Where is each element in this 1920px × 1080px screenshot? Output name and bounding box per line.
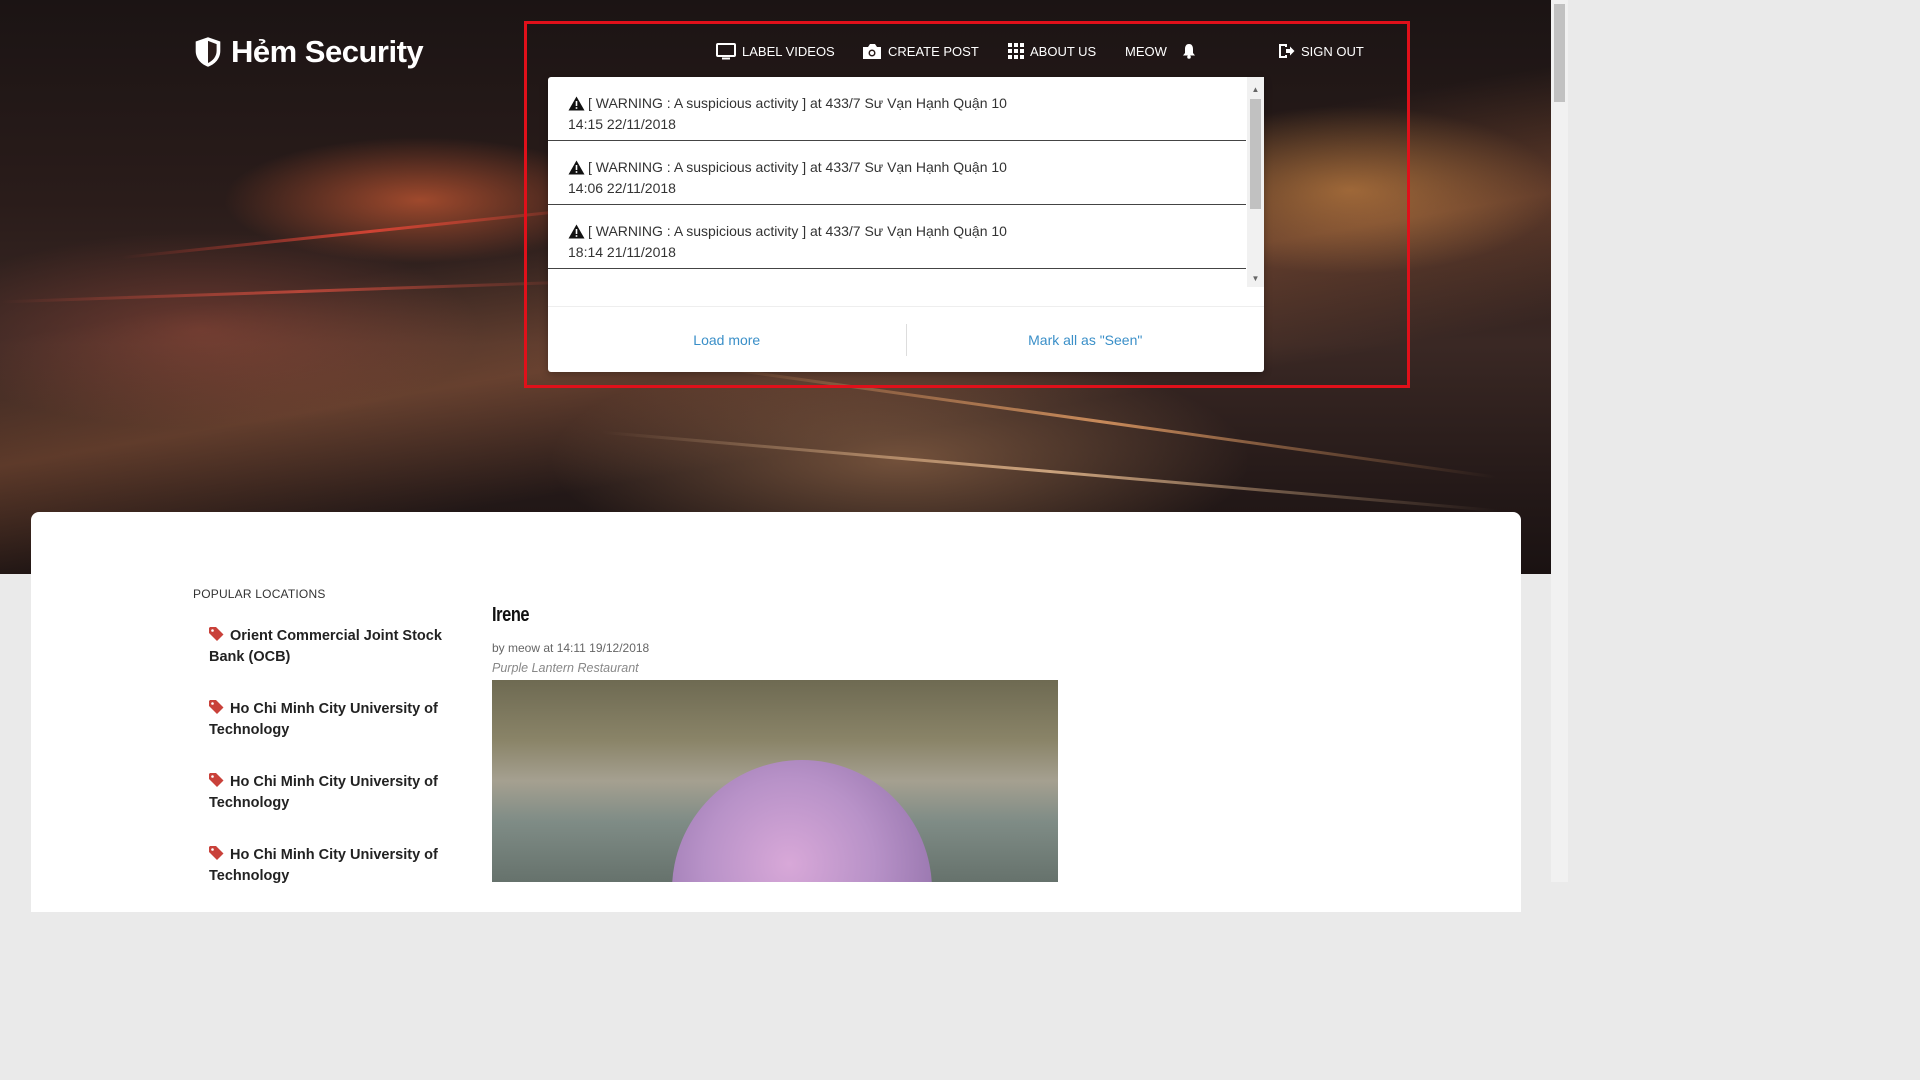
- location-name: Ho Chi Minh City University of Technolog…: [209, 774, 438, 811]
- nav-create-post-text: CREATE POST: [888, 43, 979, 59]
- nav-label-videos-text: LABEL VIDEOS: [742, 43, 835, 59]
- notification-item[interactable]: [ WARNING : A suspicious activity ] at 4…: [548, 77, 1246, 141]
- nav-label-videos[interactable]: LABEL VIDEOS: [716, 42, 835, 60]
- warning-icon: [568, 96, 585, 111]
- post-image-subject: [672, 760, 932, 882]
- nav-create-post[interactable]: CREATE POST: [862, 42, 979, 60]
- brand-name: Hẻm Security: [231, 34, 424, 69]
- post-title[interactable]: Irene: [492, 604, 530, 627]
- location-item[interactable]: Ho Chi Minh City University of Technolog…: [209, 845, 449, 887]
- notification-message: [ WARNING : A suspicious activity ] at 4…: [588, 95, 1007, 111]
- bell-icon[interactable]: [1181, 43, 1197, 59]
- tag-icon: [209, 773, 224, 787]
- location-name: Ho Chi Minh City University of Technolog…: [209, 847, 438, 884]
- location-item[interactable]: Ho Chi Minh City University of Technolog…: [209, 772, 449, 814]
- notification-item[interactable]: [ WARNING : A suspicious activity ] at 4…: [548, 205, 1246, 269]
- location-name: Orient Commercial Joint Stock Bank (OCB): [209, 628, 442, 665]
- nav-sign-out-text: SIGN OUT: [1301, 43, 1364, 59]
- light-streak: [0, 279, 600, 304]
- popular-locations-title: POPULAR LOCATIONS: [193, 587, 326, 601]
- notification-time: 18:14 21/11/2018: [568, 244, 676, 260]
- brand-logo[interactable]: Hẻm Security: [193, 34, 424, 70]
- notification-time: 14:15 22/11/2018: [568, 116, 676, 132]
- notifications-footer: Load more Mark all as "Seen": [548, 306, 1264, 372]
- tag-icon: [209, 700, 224, 714]
- nav-about-us[interactable]: ABOUT US: [1008, 43, 1096, 59]
- shield-icon: [195, 37, 221, 67]
- monitor-icon: [716, 42, 736, 59]
- nav-user[interactable]: MEOW: [1125, 43, 1197, 59]
- user-name: MEOW: [1125, 43, 1167, 59]
- location-item[interactable]: Ho Chi Minh City University of Technolog…: [209, 699, 449, 741]
- tag-icon: [209, 627, 224, 641]
- post-meta: by meow at 14:11 19/12/2018: [492, 641, 650, 655]
- sign-out-icon: [1279, 44, 1295, 58]
- notifications-scrollbar[interactable]: ▲ ▼: [1247, 77, 1264, 287]
- tag-icon: [209, 846, 224, 860]
- camera-icon: [863, 44, 881, 59]
- nav-about-us-text: ABOUT US: [1030, 43, 1097, 59]
- location-name: Ho Chi Minh City University of Technolog…: [209, 701, 438, 738]
- post-image[interactable]: [492, 680, 1058, 882]
- notifications-dropdown: [ WARNING : A suspicious activity ] at 4…: [548, 77, 1264, 372]
- notifications-list: [ WARNING : A suspicious activity ] at 4…: [548, 77, 1246, 287]
- location-item[interactable]: Orient Commercial Joint Stock Bank (OCB): [209, 626, 449, 668]
- notification-message: [ WARNING : A suspicious activity ] at 4…: [588, 159, 1007, 175]
- warning-icon: [568, 224, 585, 239]
- post-place[interactable]: Purple Lantern Restaurant: [492, 661, 639, 675]
- notification-item[interactable]: [ WARNING : A suspicious activity ] at 4…: [548, 141, 1246, 205]
- load-more-button[interactable]: Load more: [548, 332, 906, 348]
- notification-message: [ WARNING : A suspicious activity ] at 4…: [588, 223, 1007, 239]
- scroll-down-arrow-icon[interactable]: ▼: [1247, 270, 1264, 287]
- mark-all-seen-button[interactable]: Mark all as "Seen": [907, 332, 1265, 348]
- scroll-thumb[interactable]: [1250, 99, 1261, 209]
- nav-sign-out[interactable]: SIGN OUT: [1278, 43, 1364, 59]
- scroll-up-arrow-icon[interactable]: ▲: [1247, 81, 1264, 98]
- light-streak: [601, 430, 1499, 513]
- page-scroll-thumb[interactable]: [1554, 4, 1565, 102]
- grid-icon: [1008, 43, 1024, 59]
- page-scrollbar[interactable]: [1551, 0, 1568, 882]
- notification-time: 14:06 22/11/2018: [568, 180, 676, 196]
- warning-icon: [568, 160, 585, 175]
